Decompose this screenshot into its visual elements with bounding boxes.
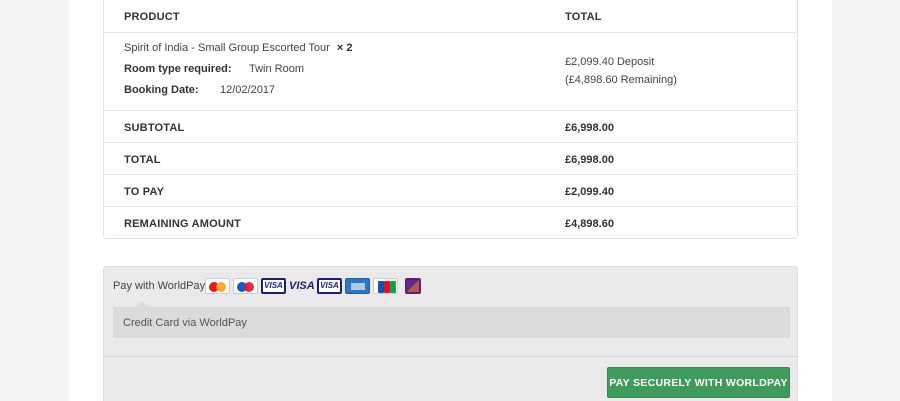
jcb-icon bbox=[373, 278, 398, 294]
booking-date-value: 12/02/2017 bbox=[220, 84, 276, 96]
product-quantity: × 2 bbox=[336, 42, 353, 54]
total-value: £6,998.00 bbox=[565, 154, 614, 166]
payment-description-text: Credit Card via WorldPay bbox=[123, 317, 247, 329]
table-row: Spirit of India - Small Group Escorted T… bbox=[104, 33, 797, 111]
subtotal-value: £6,998.00 bbox=[565, 122, 614, 134]
worldpay-icon bbox=[405, 278, 421, 294]
payment-method-description: Credit Card via WorldPay bbox=[113, 307, 790, 338]
section-divider bbox=[104, 356, 797, 357]
table-row: REMAINING AMOUNT £4,898.60 bbox=[104, 207, 797, 239]
booking-date-label: Booking Date: bbox=[124, 84, 199, 96]
order-review-table: PRODUCT TOTAL Spirit of India - Small Gr… bbox=[103, 0, 798, 239]
total-label: TOTAL bbox=[124, 154, 161, 166]
remaining-amount-label: REMAINING AMOUNT bbox=[124, 218, 242, 230]
checkout-page: PRODUCT TOTAL Spirit of India - Small Gr… bbox=[69, 0, 832, 401]
amex-icon bbox=[345, 278, 370, 294]
mastercard-icon bbox=[205, 278, 230, 294]
room-type-value: Twin Room bbox=[249, 63, 305, 75]
to-pay-label: TO PAY bbox=[124, 186, 165, 198]
product-name: Spirit of India - Small Group Escorted T… bbox=[124, 42, 330, 54]
subtotal-label: SUBTOTAL bbox=[124, 122, 185, 134]
table-header-row: PRODUCT TOTAL bbox=[104, 0, 797, 33]
room-type-label: Room type required: bbox=[124, 63, 232, 75]
deposit-amount: £2,099.40 Deposit bbox=[565, 56, 655, 68]
visa-icon: VISA bbox=[261, 278, 286, 294]
payment-method-label[interactable]: Pay with WorldPay bbox=[113, 280, 205, 292]
table-row: SUBTOTAL £6,998.00 bbox=[104, 111, 797, 143]
table-row: TOTAL £6,998.00 bbox=[104, 143, 797, 175]
remaining-note: (£4,898.60 Remaining) bbox=[565, 74, 677, 86]
pay-securely-button[interactable]: PAY SECURELY WITH WORLDPAY bbox=[607, 367, 790, 398]
card-logos: VISA VISA VISA bbox=[205, 278, 421, 295]
product-name-line: Spirit of India - Small Group Escorted T… bbox=[124, 42, 353, 54]
payment-section: Pay with WorldPay VISA VISA VISA Credit … bbox=[103, 266, 798, 401]
remaining-amount-value: £4,898.60 bbox=[565, 218, 614, 230]
to-pay-value: £2,099.40 bbox=[565, 186, 614, 198]
product-column-header: PRODUCT bbox=[124, 11, 180, 23]
table-row: TO PAY £2,099.40 bbox=[104, 175, 797, 207]
visa-debit-icon: VISA bbox=[317, 278, 342, 294]
maestro-icon bbox=[233, 278, 258, 294]
total-column-header: TOTAL bbox=[565, 11, 602, 23]
visa-electron-icon: VISA bbox=[289, 280, 314, 292]
